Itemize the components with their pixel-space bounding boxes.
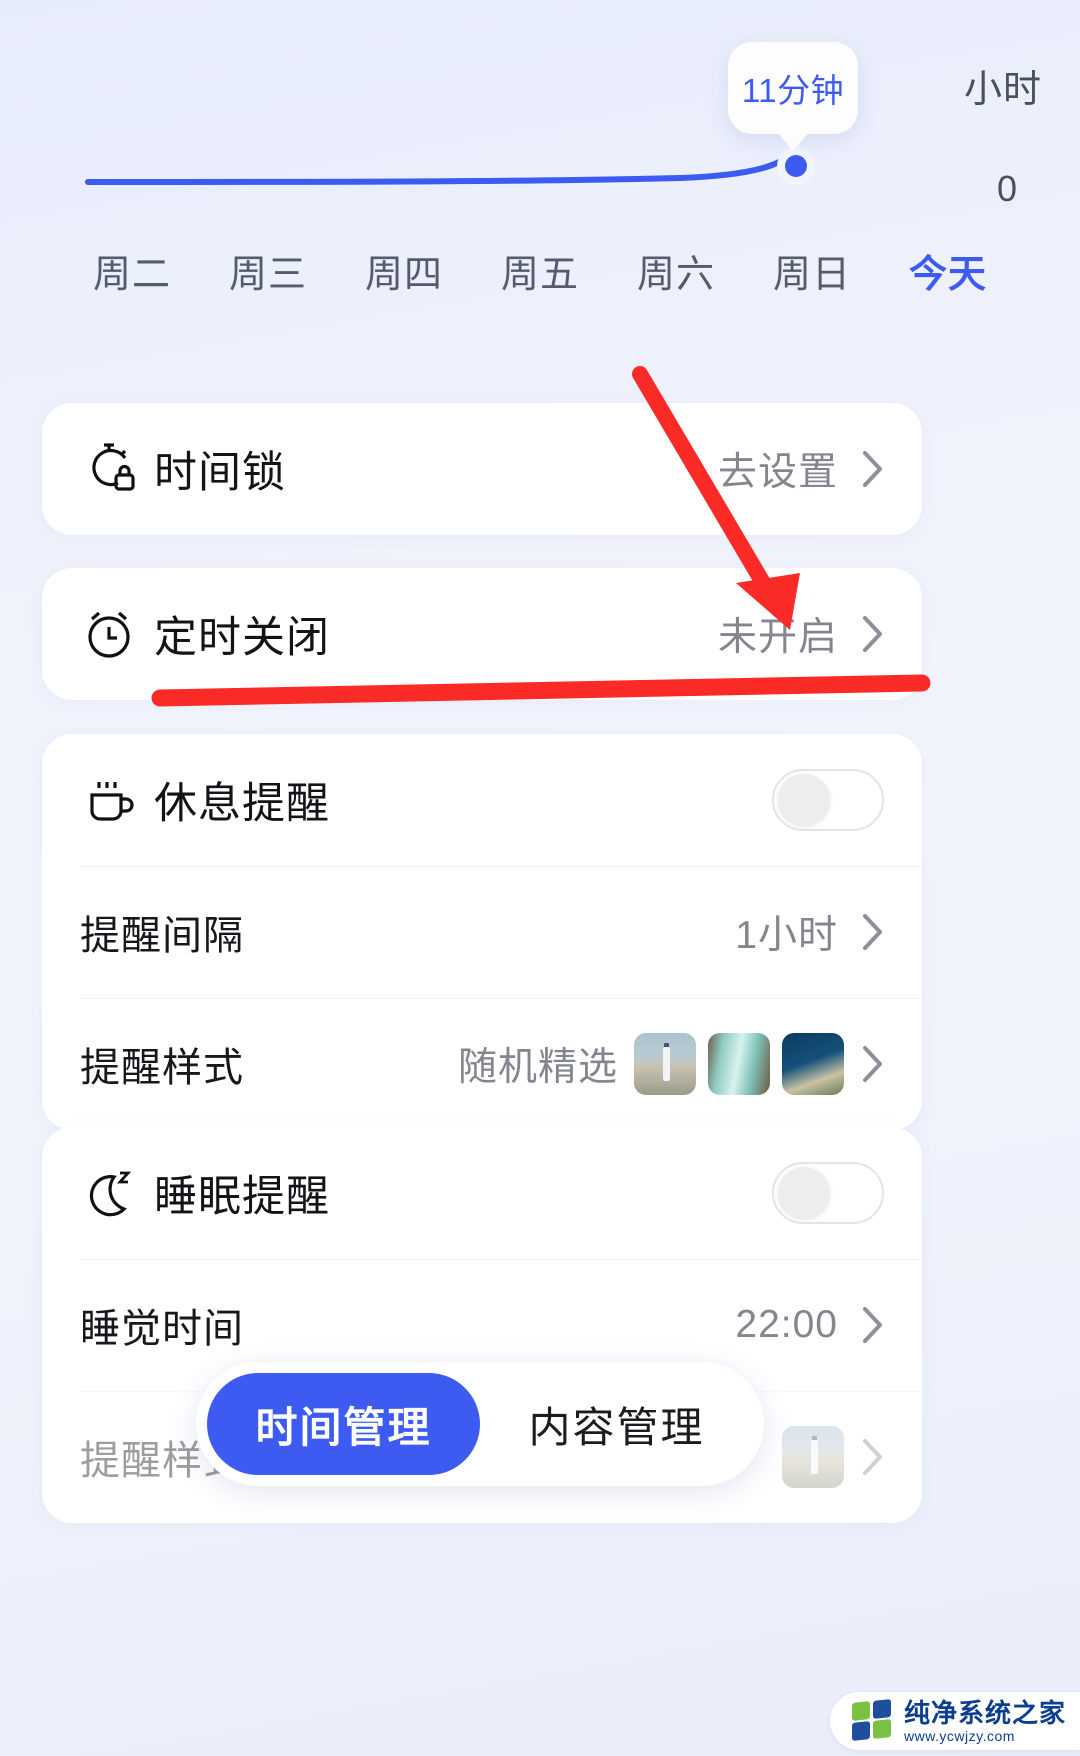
sleep-reminder-row[interactable]: 睡眠提醒: [42, 1127, 922, 1259]
time-lock-card: 时间锁 去设置: [42, 403, 922, 535]
moon-z-icon: [80, 1164, 154, 1222]
time-lock-label: 时间锁: [154, 449, 286, 497]
toggle-knob: [778, 1167, 830, 1219]
stopwatch-lock-icon: [80, 440, 154, 498]
watermark-name: 纯净系统之家: [903, 1697, 1066, 1728]
time-lock-value: 去设置: [717, 451, 838, 494]
sleep-reminder-toggle[interactable]: [772, 1162, 884, 1224]
rest-interval-row[interactable]: 提醒间隔 1小时: [42, 866, 922, 998]
chart-tooltip-value: 11分钟: [741, 72, 845, 109]
tab-content-management[interactable]: 内容管理: [480, 1373, 753, 1475]
day-tab-0[interactable]: 周二: [64, 243, 200, 298]
chevron-right-icon: [863, 1307, 882, 1343]
scheduled-off-row[interactable]: 定时关闭 未开启: [42, 568, 922, 700]
bedtime-label: 睡觉时间: [80, 1307, 244, 1351]
day-selector[interactable]: 周二 周三 周四 周五 周六 周日 今天: [0, 243, 1080, 298]
sleep-reminder-label: 睡眠提醒: [154, 1173, 330, 1221]
day-tab-2[interactable]: 周四: [336, 243, 472, 298]
day-tab-today[interactable]: 今天: [880, 243, 1016, 298]
chevron-right-icon: [863, 451, 882, 487]
day-tab-3[interactable]: 周五: [472, 243, 608, 298]
chevron-right-icon: [863, 616, 882, 652]
rest-style-value: 随机精选: [457, 1046, 618, 1089]
rest-style-row[interactable]: 提醒样式 随机精选: [42, 998, 922, 1130]
day-tab-5[interactable]: 周日: [744, 243, 880, 298]
chart-y-unit-label: 小时: [963, 69, 1042, 111]
coffee-cup-icon: [80, 771, 154, 829]
chevron-right-icon: [863, 1439, 882, 1475]
usage-chart: 小时 0 11分钟: [0, 0, 1080, 230]
rest-interval-value: 1小时: [735, 914, 838, 957]
chevron-right-icon: [863, 1046, 882, 1082]
rest-reminder-card: 休息提醒 提醒间隔 1小时 提醒样式 随机精选: [42, 734, 922, 1130]
rest-reminder-label: 休息提醒: [154, 780, 330, 828]
rest-reminder-row[interactable]: 休息提醒: [42, 734, 922, 866]
rest-style-label: 提醒样式: [80, 1046, 244, 1090]
watermark-logo-icon: [851, 1699, 894, 1742]
sleep-style-thumb[interactable]: [782, 1426, 844, 1488]
toggle-knob: [778, 774, 830, 826]
rest-style-thumbnails[interactable]: [634, 1033, 844, 1095]
day-tab-1[interactable]: 周三: [200, 243, 336, 298]
alarm-clock-icon: [80, 605, 154, 663]
bottom-tabbar[interactable]: 时间管理 内容管理: [196, 1362, 764, 1486]
chart-tooltip: 11分钟: [728, 42, 858, 134]
rest-interval-label: 提醒间隔: [80, 914, 244, 958]
watermark-text: 纯净系统之家 www.ycwjzy.com: [904, 1700, 1066, 1743]
sleep-style-thumbnails[interactable]: [782, 1426, 844, 1488]
rest-reminder-toggle[interactable]: [772, 769, 884, 831]
coastline-thumb[interactable]: [782, 1033, 844, 1095]
day-tab-4[interactable]: 周六: [608, 243, 744, 298]
scheduled-off-label: 定时关闭: [154, 614, 330, 662]
waterfall-thumb[interactable]: [708, 1033, 770, 1095]
bedtime-value: 22:00: [735, 1303, 838, 1346]
watermark: 纯净系统之家 www.ycwjzy.com: [829, 1692, 1080, 1750]
usage-sparkline: [85, 150, 798, 185]
scheduled-off-value: 未开启: [717, 616, 838, 659]
tab-time-management[interactable]: 时间管理: [207, 1373, 480, 1475]
scheduled-off-card: 定时关闭 未开启: [42, 568, 922, 700]
lighthouse-thumb[interactable]: [634, 1033, 696, 1095]
watermark-url: www.ycwjzy.com: [903, 1727, 1015, 1744]
time-lock-row[interactable]: 时间锁 去设置: [42, 403, 922, 535]
chevron-right-icon: [863, 914, 882, 950]
